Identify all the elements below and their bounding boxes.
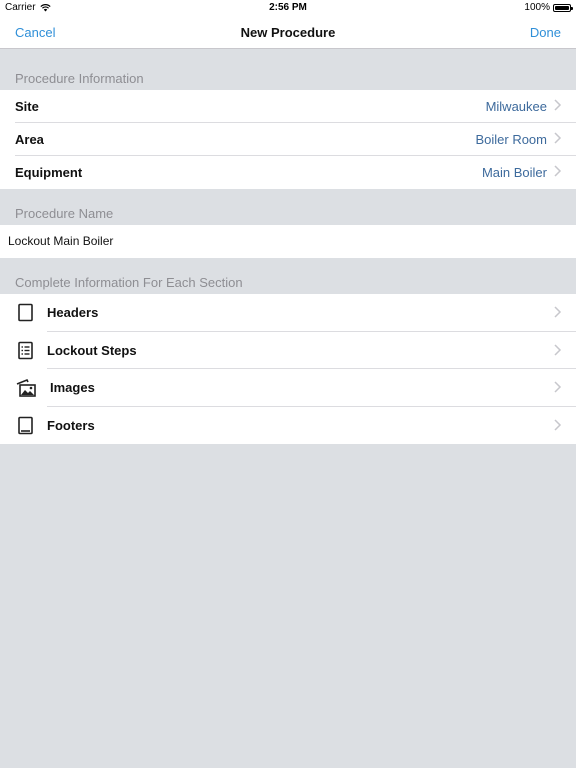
battery-icon [553, 3, 573, 12]
battery-percent: 100% [524, 2, 550, 13]
chevron-right-icon [554, 165, 562, 177]
list-icon [18, 341, 33, 359]
section-item-label: Headers [47, 305, 99, 320]
chevron-right-icon [554, 343, 562, 356]
done-button[interactable]: Done [530, 25, 561, 40]
section-item-images[interactable]: Images [0, 369, 576, 407]
procedure-name-value: Lockout Main Boiler [8, 234, 114, 248]
site-value: Milwaukee [485, 99, 547, 114]
status-bar: Carrier 2:56 PM 100% [0, 0, 576, 16]
procedure-name-header: Procedure Name [15, 206, 114, 221]
section-item-label: Lockout Steps [47, 342, 137, 358]
area-row[interactable]: Area Boiler Room [0, 123, 576, 156]
navigation-bar: Cancel New Procedure Done [0, 16, 576, 49]
document-icon [18, 303, 33, 322]
chevron-right-icon [554, 418, 562, 431]
chevron-right-icon [554, 306, 562, 318]
procedure-info-group: Site Milwaukee Area Boiler Room Equipmen… [0, 90, 576, 189]
procedure-info-header: Procedure Information [15, 71, 144, 86]
chevron-right-icon [554, 99, 562, 111]
status-right: 100% [524, 2, 573, 13]
image-icon [16, 378, 36, 397]
section-item-footers[interactable]: Footers [0, 407, 576, 445]
equipment-label: Equipment [15, 165, 83, 180]
status-time: 2:56 PM [269, 2, 307, 13]
footer-doc-icon [18, 416, 33, 434]
area-label: Area [15, 132, 44, 147]
equipment-row[interactable]: Equipment Main Boiler [0, 156, 576, 189]
site-label: Site [15, 99, 39, 114]
chevron-right-icon [554, 381, 562, 393]
site-row[interactable]: Site Milwaukee [0, 90, 576, 123]
section-item-lockout-steps[interactable]: Lockout Steps [0, 332, 576, 369]
procedure-name-field[interactable]: Lockout Main Boiler [0, 225, 576, 258]
chevron-right-icon [554, 132, 562, 144]
section-item-label: Images [50, 380, 95, 395]
equipment-value: Main Boiler [481, 165, 547, 180]
area-value: Boiler Room [475, 132, 547, 147]
page-title: New Procedure [240, 25, 336, 40]
section-item-label: Footers [47, 417, 95, 433]
sections-group: Headers Lockout Steps Images Footers [0, 294, 576, 444]
section-item-headers[interactable]: Headers [0, 294, 576, 332]
sections-header: Complete Information For Each Section [15, 275, 243, 290]
